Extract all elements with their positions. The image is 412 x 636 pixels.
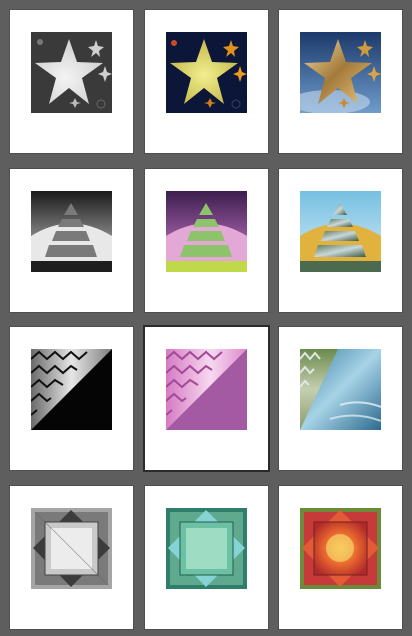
thumbnail-card-squares-grayscale[interactable] (10, 486, 133, 629)
thumbnail-card-pyramid-photo[interactable] (279, 169, 402, 312)
thumbnail-image-squares-photo (300, 508, 381, 589)
thumbnail-image-zigzag-colored (166, 349, 247, 430)
thumbnail-card-star-grayscale[interactable] (10, 10, 133, 153)
thumbnail-card-squares-photo[interactable] (279, 486, 402, 629)
thumbnail-card-zigzag-photo[interactable] (279, 327, 402, 470)
thumbnail-image-pyramid-grayscale (31, 191, 112, 272)
thumbnail-card-zigzag-colored[interactable] (145, 327, 268, 470)
thumbnail-image-pyramid-photo (300, 191, 381, 272)
thumbnail-card-zigzag-grayscale[interactable] (10, 327, 133, 470)
thumbnail-image-squares-colored (166, 508, 247, 589)
thumbnail-card-pyramid-colored[interactable] (145, 169, 268, 312)
thumbnail-image-star-grayscale (31, 32, 112, 113)
thumbnail-image-star-colored (166, 32, 247, 113)
thumbnail-card-star-photo[interactable] (279, 10, 402, 153)
thumbnail-image-pyramid-colored (166, 191, 247, 272)
thumbnail-card-pyramid-grayscale[interactable] (10, 169, 133, 312)
thumbnail-card-squares-colored[interactable] (145, 486, 268, 629)
thumbnail-card-star-colored[interactable] (145, 10, 268, 153)
thumbnail-grid: { "grid": { "rows": 4, "columns": 3, "se… (0, 0, 412, 636)
thumbnail-image-star-photo (300, 32, 381, 113)
thumbnail-image-squares-grayscale (31, 508, 112, 589)
thumbnail-image-zigzag-photo (300, 349, 381, 430)
thumbnail-image-zigzag-grayscale (31, 349, 112, 430)
